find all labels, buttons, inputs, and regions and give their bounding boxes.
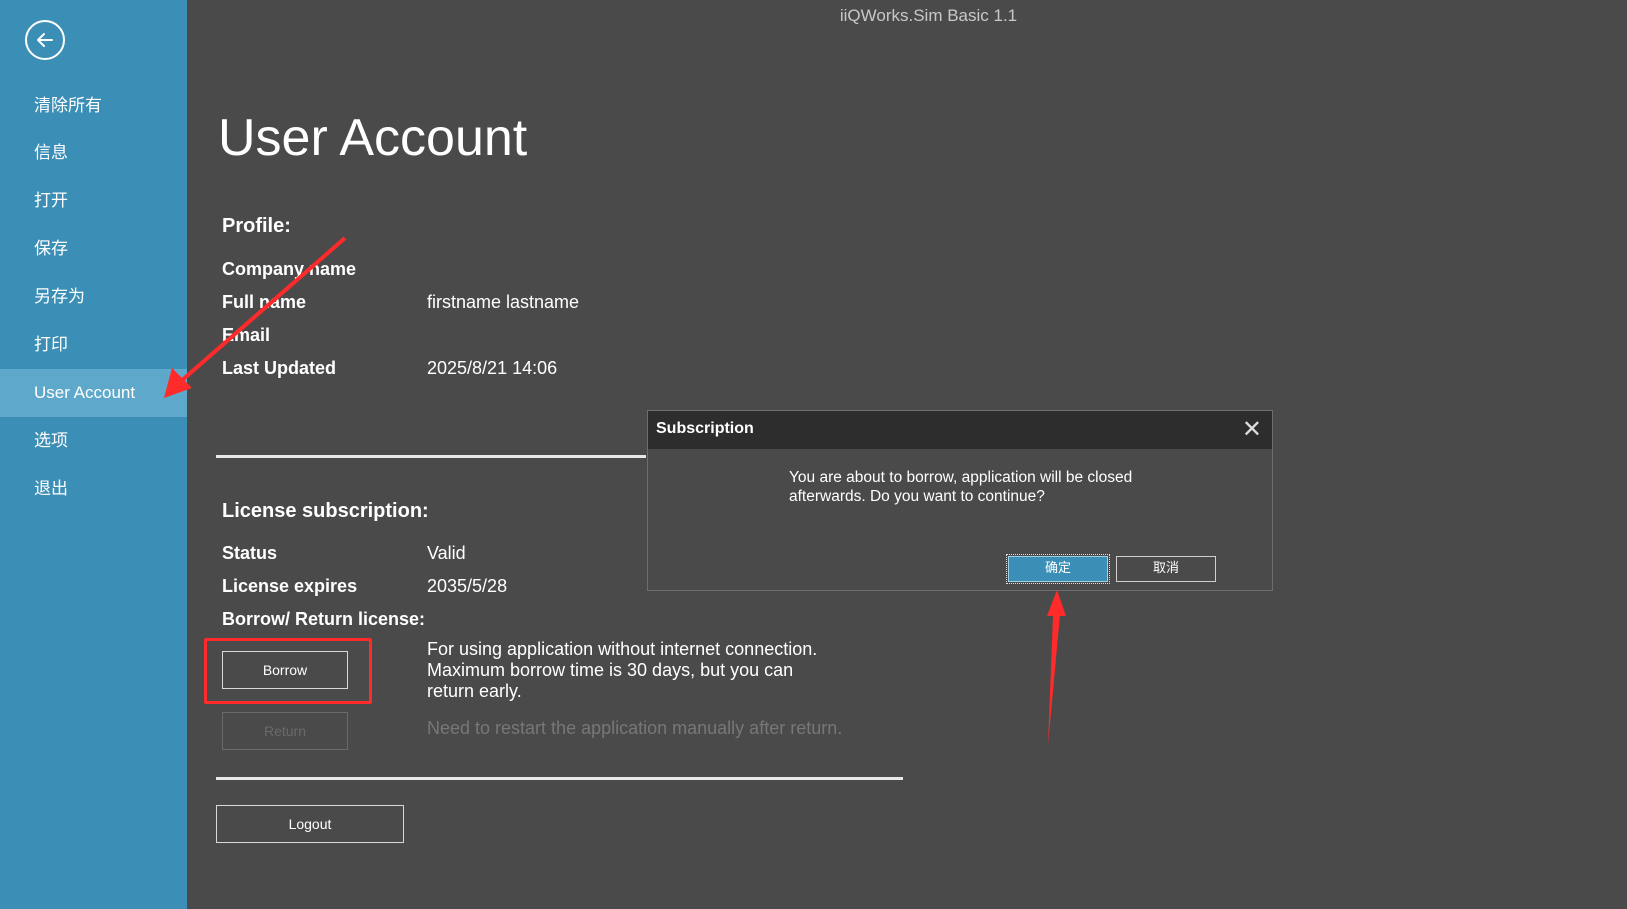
dialog-message: You are about to borrow, application wil… bbox=[789, 469, 1133, 505]
last-updated-value: 2025/8/21 14:06 bbox=[427, 358, 558, 378]
back-button[interactable] bbox=[25, 20, 65, 60]
sidebar-item-label: User Account bbox=[34, 383, 136, 402]
sidebar-item-open[interactable]: 打开 bbox=[0, 177, 187, 225]
license-expires-value: 2035/5/28 bbox=[427, 576, 508, 596]
sidebar-item-info[interactable]: 信息 bbox=[0, 129, 187, 177]
sidebar-item-label: 打印 bbox=[34, 335, 68, 355]
app-title: iiQWorks.Sim Basic 1.1 bbox=[839, 6, 1018, 25]
borrow-description: For using application without internet c… bbox=[427, 639, 818, 701]
full-name-label: Full name bbox=[222, 292, 307, 312]
last-updated-label: Last Updated bbox=[222, 358, 337, 378]
sidebar-item-clear-all[interactable]: 清除所有 bbox=[0, 82, 187, 130]
company-name-label: Company name bbox=[222, 259, 357, 279]
divider bbox=[216, 777, 903, 780]
sidebar-item-label: 选项 bbox=[34, 431, 68, 451]
sidebar-item-save-as[interactable]: 另存为 bbox=[0, 273, 187, 321]
dialog-title: Subscription bbox=[656, 420, 754, 437]
sidebar-item-label: 信息 bbox=[34, 143, 68, 163]
sidebar: 清除所有 信息 打开 保存 另存为 打印 User Account 选项 退出 bbox=[0, 0, 187, 909]
profile-heading: Profile: bbox=[222, 215, 291, 237]
full-name-value: firstname lastname bbox=[427, 292, 580, 312]
sidebar-item-options[interactable]: 选项 bbox=[0, 417, 187, 465]
sidebar-item-user-account[interactable]: User Account bbox=[0, 369, 187, 417]
subscription-dialog: Subscription ✕ You are about to borrow, … bbox=[647, 410, 1273, 591]
license-expires-label: License expires bbox=[222, 576, 358, 596]
sidebar-item-exit[interactable]: 退出 bbox=[0, 465, 187, 513]
sidebar-item-label: 清除所有 bbox=[34, 96, 102, 116]
divider bbox=[216, 455, 646, 458]
arrow-to-ok-button bbox=[1047, 590, 1066, 745]
arrow-left-icon bbox=[37, 33, 53, 47]
sidebar-item-label: 保存 bbox=[34, 239, 68, 259]
ok-button[interactable]: 确定 bbox=[1006, 554, 1110, 584]
close-icon[interactable]: ✕ bbox=[1242, 417, 1262, 443]
borrow-button[interactable]: Borrow bbox=[222, 651, 348, 689]
sidebar-item-label: 退出 bbox=[34, 479, 68, 499]
sidebar-item-save[interactable]: 保存 bbox=[0, 225, 187, 273]
return-button[interactable]: Return bbox=[222, 712, 348, 750]
email-label: Email bbox=[222, 325, 271, 345]
license-heading: License subscription: bbox=[222, 500, 429, 522]
sidebar-item-print[interactable]: 打印 bbox=[0, 321, 187, 369]
sidebar-item-label: 打开 bbox=[34, 191, 68, 211]
sidebar-item-label: 另存为 bbox=[34, 287, 85, 307]
status-value: Valid bbox=[427, 543, 466, 563]
cancel-button[interactable]: 取消 bbox=[1116, 556, 1216, 582]
borrow-return-label: Borrow/ Return license: bbox=[222, 609, 426, 629]
page-title: User Account bbox=[218, 109, 528, 167]
dialog-titlebar: Subscription ✕ bbox=[648, 411, 1272, 449]
status-label: Status bbox=[222, 543, 278, 563]
logout-button[interactable]: Logout bbox=[216, 805, 404, 843]
return-description: Need to restart the application manually… bbox=[427, 718, 843, 738]
